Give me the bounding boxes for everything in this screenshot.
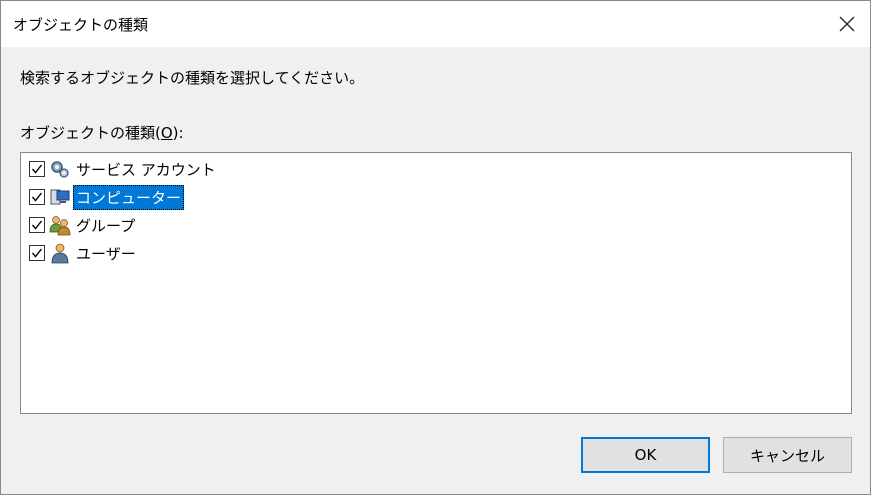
service-account-label: サービス アカウント bbox=[76, 160, 216, 179]
instruction-text: 検索するオブジェクトの種類を選択してください。 bbox=[20, 69, 365, 87]
group-checkbox[interactable] bbox=[29, 217, 45, 233]
service-account-icon bbox=[49, 158, 71, 180]
window-title: オブジェクトの種類 bbox=[13, 16, 149, 34]
list-label-prefix: オブジェクトの種類( bbox=[20, 124, 161, 142]
cancel-button[interactable]: キャンセル bbox=[723, 437, 852, 473]
close-button[interactable] bbox=[824, 1, 870, 47]
checkmark-icon bbox=[31, 220, 43, 230]
computer-checkbox[interactable] bbox=[29, 189, 45, 205]
list-item-group[interactable]: グループ bbox=[29, 213, 138, 237]
user-checkbox[interactable] bbox=[29, 245, 45, 261]
list-label-mnemonic: O bbox=[160, 124, 173, 142]
list-label-suffix: ): bbox=[172, 124, 184, 142]
close-icon bbox=[839, 16, 855, 32]
group-label: グループ bbox=[76, 216, 136, 235]
computer-label: コンピューター bbox=[73, 184, 185, 210]
list-item-user[interactable]: ユーザー bbox=[29, 241, 139, 265]
computer-icon bbox=[49, 186, 71, 208]
object-types-list[interactable]: サービス アカウント コンピューター グループ ユーザー bbox=[20, 152, 852, 414]
title-bar: オブジェクトの種類 bbox=[1, 1, 870, 47]
list-item-computer[interactable]: コンピューター bbox=[29, 184, 185, 210]
object-types-label: オブジェクトの種類(O): bbox=[20, 122, 184, 143]
checkmark-icon bbox=[31, 192, 43, 202]
service-account-checkbox[interactable] bbox=[29, 161, 45, 177]
group-icon bbox=[49, 214, 71, 236]
ok-button[interactable]: OK bbox=[581, 437, 710, 473]
checkmark-icon bbox=[31, 164, 43, 174]
dialog-window: オブジェクトの種類 検索するオブジェクトの種類を選択してください。 オブジェクト… bbox=[0, 0, 871, 495]
checkmark-icon bbox=[31, 248, 43, 258]
user-label: ユーザー bbox=[76, 244, 136, 263]
list-item-service-account[interactable]: サービス アカウント bbox=[29, 157, 219, 181]
user-icon bbox=[49, 242, 71, 264]
